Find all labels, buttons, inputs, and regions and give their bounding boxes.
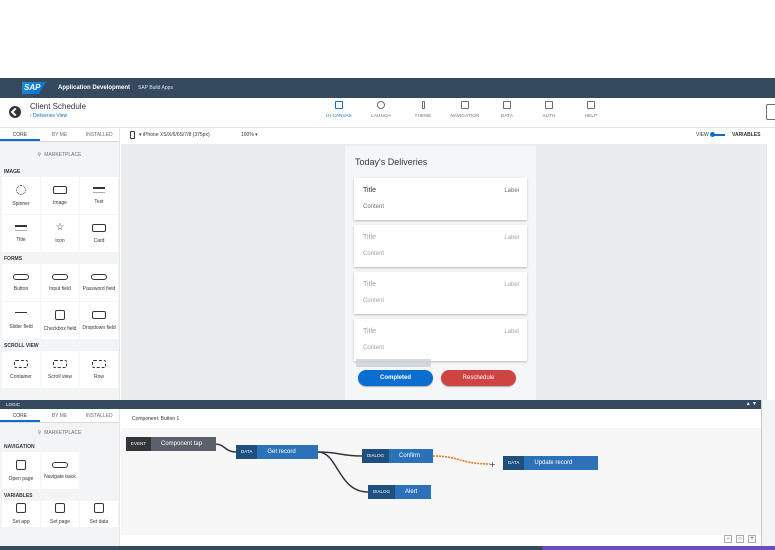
flow-connectors: + — [214, 443, 496, 493]
get-record-node[interactable]: DATA Get record — [236, 445, 318, 459]
logic-properties-panel — [761, 400, 775, 550]
zoom-in-button[interactable]: + — [748, 535, 756, 543]
confirm-node[interactable]: DIALOG Confirm — [362, 449, 433, 463]
update-record-node[interactable]: DATA Update record — [503, 456, 598, 470]
zoom-out-button[interactable]: − — [724, 535, 732, 543]
app-root: SAP Application Development SAP Build Ap… — [0, 0, 775, 550]
alert-node[interactable]: DIALOG Alert — [368, 485, 431, 499]
zoom-reset-button[interactable]: ○ — [736, 535, 744, 543]
bottom-bar — [0, 546, 775, 550]
event-node[interactable]: EVENT Component tap — [126, 437, 216, 451]
flow-zoom-controls: − ○ + — [724, 535, 756, 543]
svg-text:+: + — [489, 460, 496, 469]
